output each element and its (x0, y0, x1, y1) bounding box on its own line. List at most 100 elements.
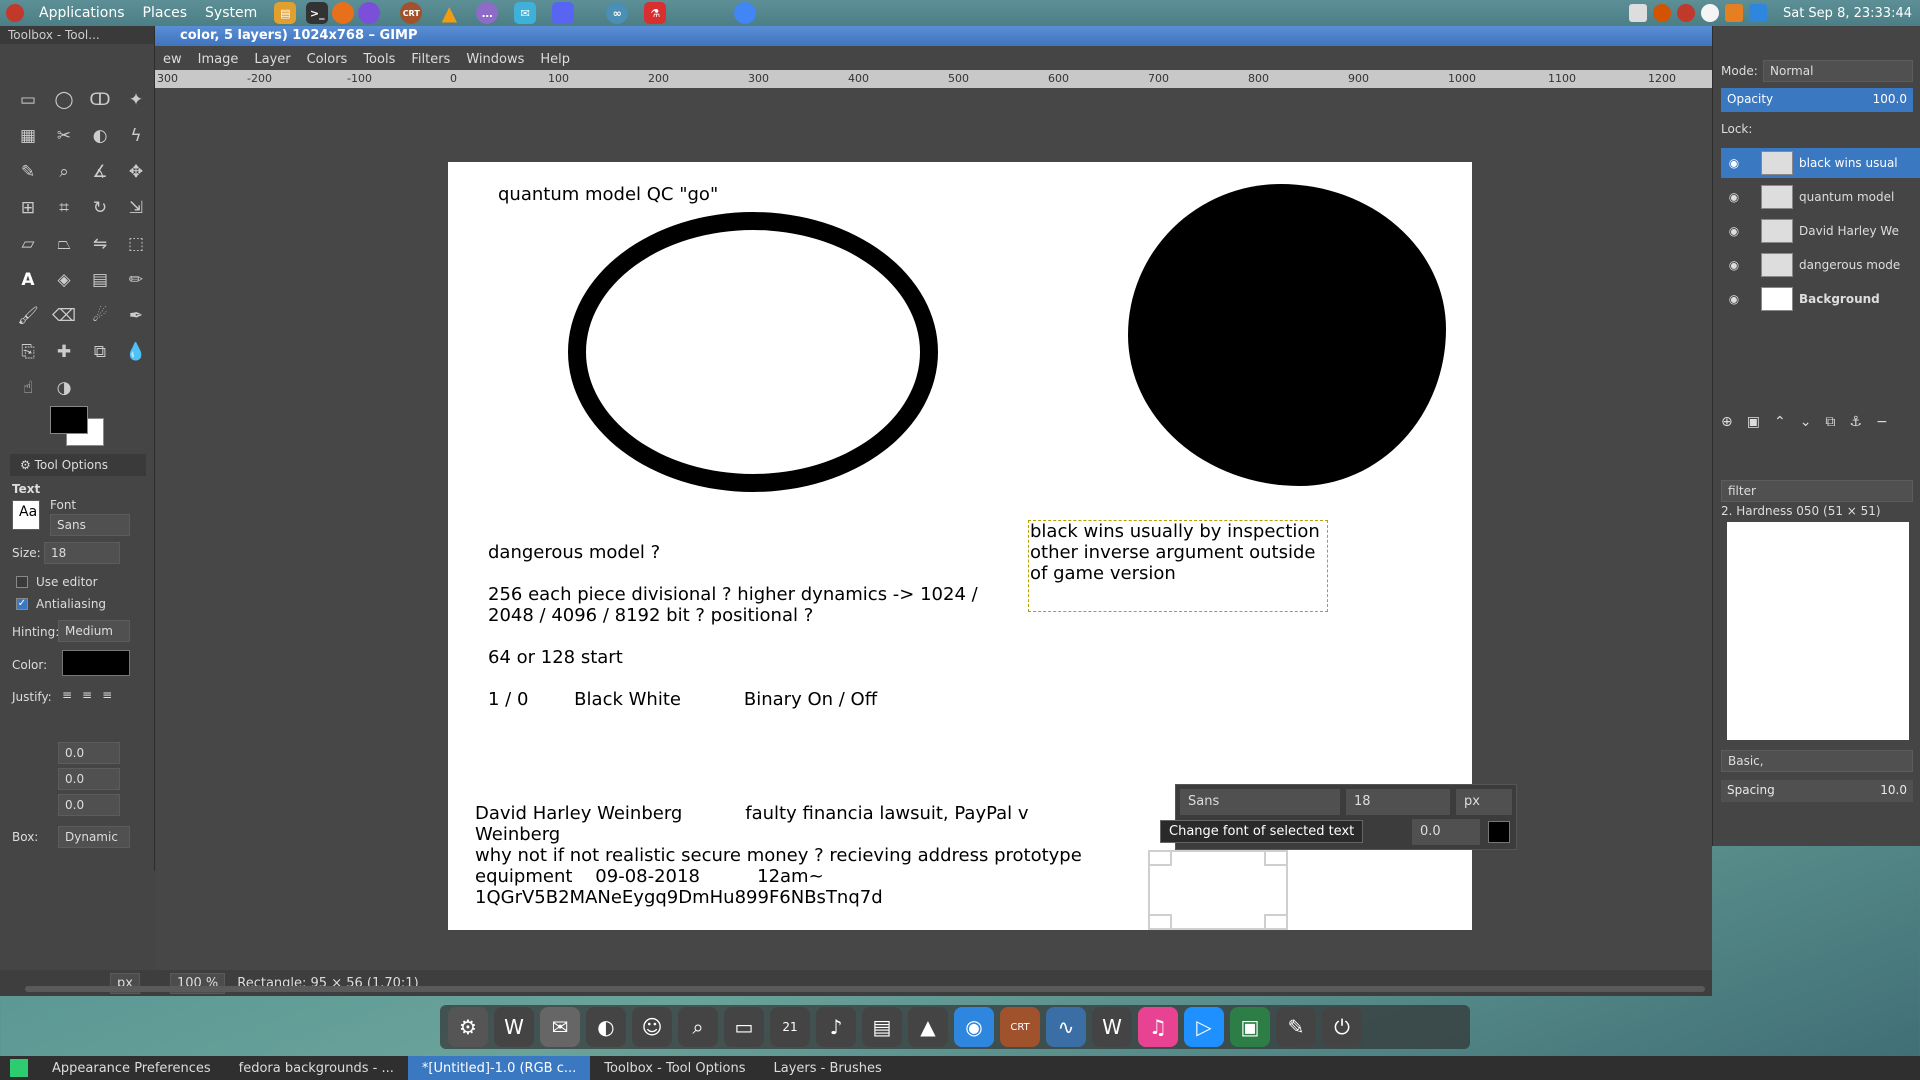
unit-select[interactable]: px (1456, 789, 1512, 815)
size-entry[interactable]: 18 (1346, 789, 1450, 815)
use-editor-checkbox[interactable] (16, 576, 28, 588)
ink-icon[interactable]: ✒ (118, 298, 154, 334)
paths-icon[interactable]: ϟ (118, 118, 154, 154)
bucket-fill-icon[interactable]: ◈ (46, 262, 82, 298)
power-dock-icon[interactable]: ⏻ (1322, 1007, 1362, 1047)
foreground-select-icon[interactable]: ◐ (82, 118, 118, 154)
blur-icon[interactable]: 💧 (118, 334, 154, 370)
pulse-dock-icon[interactable]: ♫ (1138, 1007, 1178, 1047)
font-input[interactable]: Sans (50, 514, 130, 536)
shear-icon[interactable]: ▱ (10, 226, 46, 262)
resize-handle[interactable] (1148, 914, 1172, 930)
foreground-color-swatch[interactable] (50, 406, 88, 434)
folder-launcher-icon[interactable]: ▤ (274, 2, 297, 24)
resize-handle[interactable] (1148, 850, 1172, 866)
mail-dock-icon[interactable]: ✉ (540, 1007, 580, 1047)
brush-set-select[interactable]: Basic, (1721, 750, 1913, 772)
text-color-button[interactable] (62, 650, 130, 676)
terminal-launcher-icon[interactable]: >_ (306, 2, 329, 24)
monitor-dock-icon[interactable]: ∿ (1046, 1007, 1086, 1047)
flip-icon[interactable]: ⇋ (82, 226, 118, 262)
resize-handle[interactable] (1264, 850, 1288, 866)
system-menu[interactable]: System (196, 5, 266, 21)
visibility-eye-icon[interactable]: ◉ (1721, 156, 1747, 170)
chrome-launcher-icon[interactable] (734, 2, 757, 24)
clone-icon[interactable]: ⎘ (10, 334, 46, 370)
menu-help[interactable]: Help (532, 52, 578, 67)
canvas-text-quantum[interactable]: quantum model QC "go" (498, 184, 718, 205)
layer-row[interactable]: ◉ David Harley We (1721, 216, 1920, 246)
canvas-text-black-wins[interactable]: black wins usually by inspection other i… (1030, 521, 1320, 584)
vlc-launcher-icon[interactable]: ▲ (438, 1, 460, 25)
firefox-dock-icon[interactable]: ◐ (586, 1007, 626, 1047)
horizontal-scrollbar[interactable] (25, 986, 1705, 992)
gradient-icon[interactable]: ▤ (82, 262, 118, 298)
presentation-dock-icon[interactable]: ▷ (1184, 1007, 1224, 1047)
brush-grid[interactable] (1727, 522, 1909, 740)
mode-select[interactable]: Normal (1763, 60, 1913, 82)
spacing-slider[interactable]: Spacing 10.0 (1721, 780, 1913, 802)
baseline-entry[interactable]: 0.0 (1412, 819, 1480, 845)
zoom-icon[interactable]: ⌕ (46, 154, 82, 190)
show-desktop-icon[interactable] (10, 1059, 28, 1077)
font-entry[interactable]: Sans (1180, 789, 1340, 815)
arduino-launcher-icon[interactable]: ∞ (606, 2, 629, 24)
text-tool-icon[interactable]: A (10, 262, 46, 298)
wiki-dock-icon[interactable]: W (1092, 1007, 1132, 1047)
clock[interactable]: Sat Sep 8, 23:33:44 (1783, 6, 1912, 21)
browser-dock-icon[interactable]: ◉ (954, 1007, 994, 1047)
browser-launcher-icon[interactable] (358, 2, 381, 24)
writer-dock-icon[interactable]: W (494, 1007, 534, 1047)
resize-handle[interactable] (1264, 914, 1288, 930)
heal-icon[interactable]: ✚ (46, 334, 82, 370)
justify-buttons[interactable]: ≡≡≡ (62, 688, 122, 702)
task-gimp-image[interactable]: *[Untitled]-1.0 (RGB c... (407, 1056, 591, 1080)
line-spacing-input[interactable]: 0.0 (58, 768, 120, 790)
rect-select-icon[interactable]: ▭ (10, 82, 46, 118)
hinting-select[interactable]: Medium (58, 620, 130, 642)
distro-logo-icon[interactable] (6, 4, 24, 22)
tab-tool-options[interactable]: ⚙ Tool Options (10, 454, 146, 476)
layer-action-buttons[interactable]: ⊕▣⌃⌄⧉⚓− (1721, 414, 1913, 430)
search-dock-icon[interactable]: ⌕ (678, 1007, 718, 1047)
color-picker-icon[interactable]: ✎ (10, 154, 46, 190)
menu-windows[interactable]: Windows (458, 52, 532, 67)
layer-row[interactable]: ◉ dangerous mode (1721, 250, 1920, 280)
alert-icon[interactable] (1676, 4, 1695, 22)
rotate-icon[interactable]: ↻ (82, 190, 118, 226)
layer-row[interactable]: ◉ quantum model (1721, 182, 1920, 212)
crt-launcher-icon[interactable]: CRT (400, 2, 423, 24)
color-select-icon[interactable]: ▦ (10, 118, 46, 154)
calendar-dock-icon[interactable]: 21 (770, 1007, 810, 1047)
letter-spacing-input[interactable]: 0.0 (58, 794, 120, 816)
visibility-eye-icon[interactable]: ◉ (1721, 292, 1747, 306)
volume-icon[interactable] (1700, 4, 1719, 22)
menu-image[interactable]: Image (190, 52, 247, 67)
task-fedora-backgrounds[interactable]: fedora backgrounds - ... (225, 1056, 408, 1080)
menu-colors[interactable]: Colors (299, 52, 356, 67)
visibility-eye-icon[interactable]: ◉ (1721, 190, 1747, 204)
size-input[interactable]: 18 (44, 542, 120, 564)
opacity-slider[interactable]: Opacity 100.0 (1721, 88, 1913, 112)
vlc-dock-icon[interactable]: ▲ (908, 1007, 948, 1047)
scissors-icon[interactable]: ✂ (46, 118, 82, 154)
network-icon[interactable] (1628, 4, 1647, 22)
places-menu[interactable]: Places (134, 5, 197, 21)
smudge-icon[interactable]: ☝ (10, 370, 46, 406)
lasso-icon[interactable]: ↀ (82, 82, 118, 118)
discord-launcher-icon[interactable] (552, 2, 575, 24)
horizontal-ruler[interactable]: 300 -200 -100 0 100 200 300 400 500 600 … (155, 70, 1712, 88)
menu-filters[interactable]: Filters (403, 52, 458, 67)
layer-row[interactable]: ◉ black wins usual (1721, 148, 1920, 178)
vlc-tray-icon[interactable] (1724, 4, 1743, 22)
rectangle-selection[interactable] (1148, 850, 1288, 930)
ellipse-select-icon[interactable]: ◯ (46, 82, 82, 118)
move-icon[interactable]: ✥ (118, 154, 154, 190)
task-appearance[interactable]: Appearance Preferences (38, 1056, 225, 1080)
fuzzy-select-icon[interactable]: ✦ (118, 82, 154, 118)
crt-dock-icon[interactable]: CRT (1000, 1007, 1040, 1047)
cage-icon[interactable]: ⬚ (118, 226, 154, 262)
indent-input[interactable]: 0.0 (58, 742, 120, 764)
chat-launcher-icon[interactable]: … (476, 2, 499, 24)
menu-tools[interactable]: Tools (355, 52, 403, 67)
